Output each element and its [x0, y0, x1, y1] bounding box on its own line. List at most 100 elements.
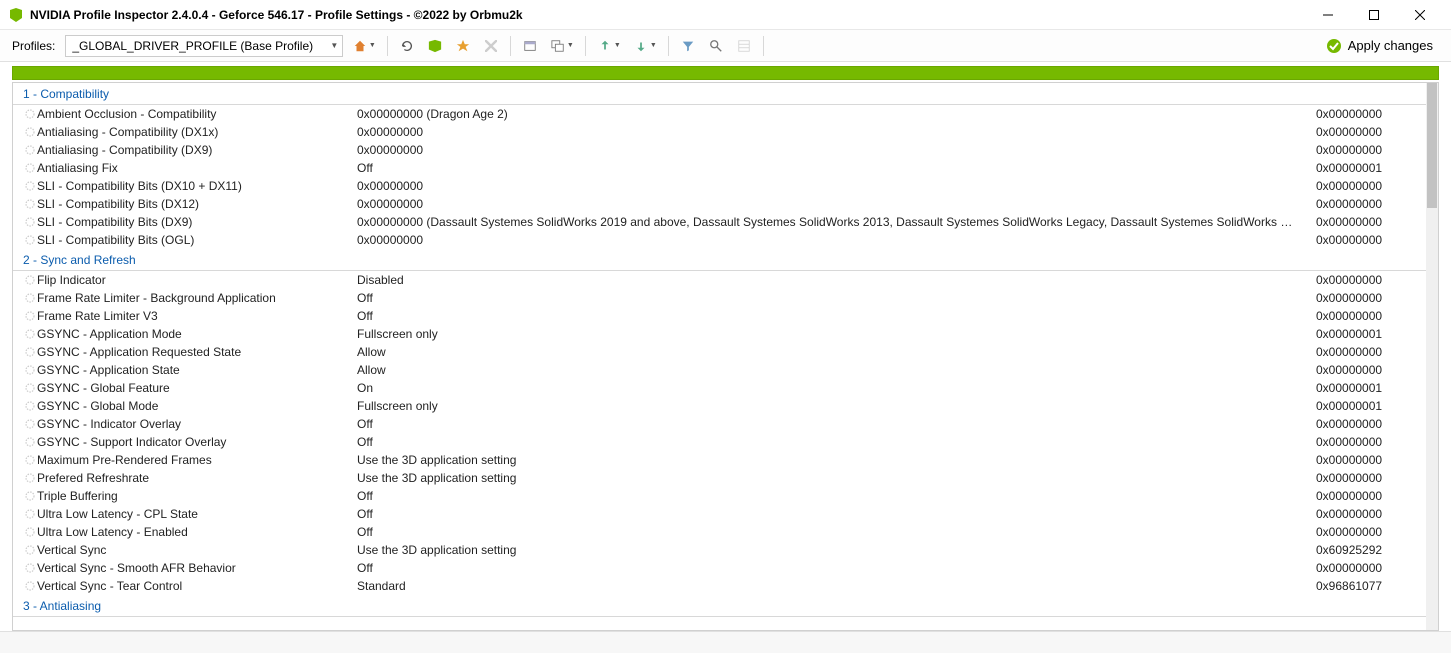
setting-name: Antialiasing Fix	[37, 161, 357, 175]
setting-row[interactable]: Vertical Sync - Smooth AFR BehaviorOff0x…	[13, 559, 1426, 577]
windows-button[interactable]: ▼	[547, 35, 577, 57]
setting-row[interactable]: GSYNC - Support Indicator OverlayOff0x00…	[13, 433, 1426, 451]
setting-value[interactable]: Off	[357, 161, 1316, 175]
setting-value[interactable]: Allow	[357, 345, 1316, 359]
setting-row[interactable]: Frame Rate Limiter - Background Applicat…	[13, 289, 1426, 307]
bullet-icon	[23, 491, 37, 501]
section-header[interactable]: 2 - Sync and Refresh	[13, 249, 1426, 271]
bullet-icon	[23, 365, 37, 375]
section-header[interactable]: 1 - Compatibility	[13, 83, 1426, 105]
setting-value[interactable]: Use the 3D application setting	[357, 471, 1316, 485]
apply-changes-button[interactable]: Apply changes	[1320, 36, 1439, 56]
setting-value[interactable]: 0x00000000	[357, 179, 1316, 193]
setting-name: Prefered Refreshrate	[37, 471, 357, 485]
setting-row[interactable]: Vertical Sync - Tear ControlStandard0x96…	[13, 577, 1426, 595]
nvidia-button[interactable]	[424, 35, 446, 57]
home-button[interactable]: ▼	[349, 35, 379, 57]
setting-row[interactable]: Frame Rate Limiter V3Off0x00000000	[13, 307, 1426, 325]
setting-row[interactable]: Antialiasing - Compatibility (DX1x)0x000…	[13, 123, 1426, 141]
setting-row[interactable]: Ultra Low Latency - EnabledOff0x00000000	[13, 523, 1426, 541]
setting-row[interactable]: SLI - Compatibility Bits (DX10 + DX11)0x…	[13, 177, 1426, 195]
scrollbar-thumb[interactable]	[1427, 83, 1437, 208]
setting-row[interactable]: GSYNC - Application StateAllow0x00000000	[13, 361, 1426, 379]
setting-hex: 0x60925292	[1316, 543, 1416, 557]
setting-hex: 0x00000000	[1316, 471, 1416, 485]
scrollbar-track[interactable]	[1426, 83, 1438, 630]
import-button[interactable]: ▼	[630, 35, 660, 57]
setting-hex: 0x00000000	[1316, 363, 1416, 377]
setting-row[interactable]: SLI - Compatibility Bits (DX9)0x00000000…	[13, 213, 1426, 231]
export-button[interactable]: ▼	[594, 35, 624, 57]
setting-hex: 0x96861077	[1316, 579, 1416, 593]
star-button[interactable]	[452, 35, 474, 57]
setting-row[interactable]: GSYNC - Indicator OverlayOff0x00000000	[13, 415, 1426, 433]
setting-row[interactable]: Ambient Occlusion - Compatibility0x00000…	[13, 105, 1426, 123]
chevron-down-icon[interactable]: ▼	[326, 41, 342, 50]
setting-hex: 0x00000000	[1316, 453, 1416, 467]
window-button[interactable]	[519, 35, 541, 57]
setting-name: SLI - Compatibility Bits (DX9)	[37, 215, 357, 229]
minimize-button[interactable]	[1305, 0, 1351, 30]
setting-value[interactable]: Fullscreen only	[357, 327, 1316, 341]
setting-value[interactable]: Use the 3D application setting	[357, 453, 1316, 467]
setting-value[interactable]: 0x00000000	[357, 125, 1316, 139]
setting-row[interactable]: Vertical SyncUse the 3D application sett…	[13, 541, 1426, 559]
setting-value[interactable]: Off	[357, 291, 1316, 305]
setting-value[interactable]: 0x00000000 (Dassault Systemes SolidWorks…	[357, 215, 1316, 229]
section-header[interactable]: 3 - Antialiasing	[13, 595, 1426, 617]
setting-row[interactable]: Triple BufferingOff0x00000000	[13, 487, 1426, 505]
setting-row[interactable]: GSYNC - Global ModeFullscreen only0x0000…	[13, 397, 1426, 415]
setting-value[interactable]: Fullscreen only	[357, 399, 1316, 413]
close-button[interactable]	[1397, 0, 1443, 30]
bullet-icon	[23, 347, 37, 357]
setting-value[interactable]: Off	[357, 417, 1316, 431]
setting-row[interactable]: GSYNC - Global FeatureOn0x00000001	[13, 379, 1426, 397]
setting-row[interactable]: Ultra Low Latency - CPL StateOff0x000000…	[13, 505, 1426, 523]
setting-value[interactable]: 0x00000000	[357, 143, 1316, 157]
profiles-label: Profiles:	[12, 39, 59, 53]
settings-scroll[interactable]: 1 - CompatibilityAmbient Occlusion - Com…	[13, 83, 1426, 630]
setting-value[interactable]: 0x00000000	[357, 233, 1316, 247]
separator	[510, 36, 511, 56]
setting-value[interactable]: Disabled	[357, 273, 1316, 287]
setting-row[interactable]: Antialiasing - Compatibility (DX9)0x0000…	[13, 141, 1426, 159]
filter-button[interactable]	[677, 35, 699, 57]
apply-changes-label: Apply changes	[1348, 38, 1433, 53]
setting-name: Frame Rate Limiter V3	[37, 309, 357, 323]
setting-name: GSYNC - Application Mode	[37, 327, 357, 341]
maximize-button[interactable]	[1351, 0, 1397, 30]
setting-value[interactable]: Off	[357, 309, 1316, 323]
setting-hex: 0x00000000	[1316, 525, 1416, 539]
setting-row[interactable]: SLI - Compatibility Bits (DX12)0x0000000…	[13, 195, 1426, 213]
setting-hex: 0x00000001	[1316, 399, 1416, 413]
setting-row[interactable]: Prefered RefreshrateUse the 3D applicati…	[13, 469, 1426, 487]
setting-row[interactable]: SLI - Compatibility Bits (OGL)0x00000000…	[13, 231, 1426, 249]
setting-hex: 0x00000000	[1316, 489, 1416, 503]
profile-input[interactable]	[66, 37, 326, 55]
setting-value[interactable]: Off	[357, 507, 1316, 521]
setting-row[interactable]: Maximum Pre-Rendered FramesUse the 3D ap…	[13, 451, 1426, 469]
setting-row[interactable]: Flip IndicatorDisabled0x00000000	[13, 271, 1426, 289]
setting-row[interactable]: GSYNC - Application Requested StateAllow…	[13, 343, 1426, 361]
setting-value[interactable]: Allow	[357, 363, 1316, 377]
setting-value[interactable]: Off	[357, 435, 1316, 449]
setting-value[interactable]: Standard	[357, 579, 1316, 593]
profile-combo[interactable]: ▼	[65, 35, 343, 57]
check-circle-icon	[1326, 38, 1342, 54]
setting-value[interactable]: Off	[357, 561, 1316, 575]
setting-value[interactable]: 0x00000000 (Dragon Age 2)	[357, 107, 1316, 121]
bullet-icon	[23, 473, 37, 483]
search-button[interactable]	[705, 35, 727, 57]
setting-value[interactable]: Off	[357, 525, 1316, 539]
setting-value[interactable]: Use the 3D application setting	[357, 543, 1316, 557]
refresh-button[interactable]	[396, 35, 418, 57]
setting-value[interactable]: Off	[357, 489, 1316, 503]
setting-row[interactable]: GSYNC - Application ModeFullscreen only0…	[13, 325, 1426, 343]
setting-row[interactable]: Antialiasing FixOff0x00000001	[13, 159, 1426, 177]
setting-name: Maximum Pre-Rendered Frames	[37, 453, 357, 467]
setting-name: Vertical Sync - Smooth AFR Behavior	[37, 561, 357, 575]
setting-value[interactable]: On	[357, 381, 1316, 395]
setting-value[interactable]: 0x00000000	[357, 197, 1316, 211]
bullet-icon	[23, 545, 37, 555]
setting-name: Flip Indicator	[37, 273, 357, 287]
